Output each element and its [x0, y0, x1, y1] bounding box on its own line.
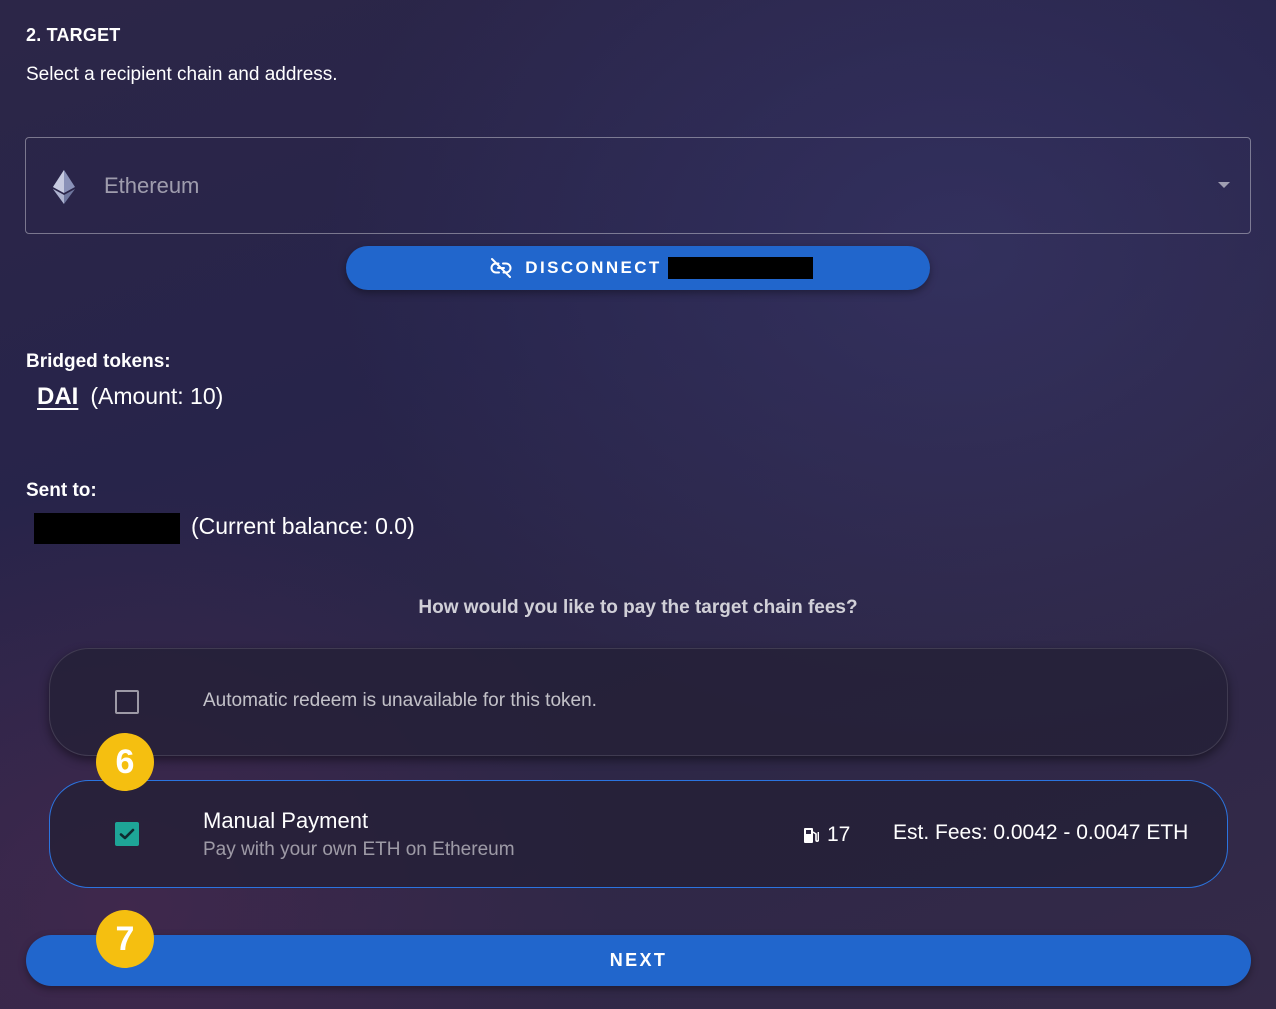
- automatic-redeem-option: Automatic redeem is unavailable for this…: [49, 648, 1228, 756]
- chain-select[interactable]: Ethereum: [25, 137, 1251, 234]
- bridged-token-row: DAI (Amount: 10): [37, 383, 223, 411]
- step-badge-6: 6: [96, 733, 154, 791]
- section-title: 2. TARGET: [26, 25, 121, 45]
- token-symbol-link[interactable]: DAI: [37, 383, 78, 411]
- gas-pump-icon: [804, 827, 819, 843]
- chain-select-value: Ethereum: [104, 173, 200, 198]
- redacted-recipient-address: [34, 513, 180, 544]
- current-balance: (Current balance: 0.0): [191, 513, 415, 539]
- gas-price-value: 17: [827, 823, 851, 846]
- disconnect-button[interactable]: DISCONNECT: [346, 246, 930, 290]
- manual-payment-title: Manual Payment: [203, 808, 369, 833]
- next-label: NEXT: [609, 950, 668, 970]
- disconnect-label: DISCONNECT: [525, 258, 662, 277]
- automatic-redeem-text: Automatic redeem is unavailable for this…: [203, 690, 597, 711]
- gas-price: 17: [803, 823, 850, 847]
- manual-payment-subtitle: Pay with your own ETH on Ethereum: [203, 839, 515, 860]
- check-icon: [119, 828, 135, 840]
- estimated-fees: Est. Fees: 0.0042 - 0.0047 ETH: [893, 821, 1189, 844]
- manual-payment-option[interactable]: Manual Payment Pay with your own ETH on …: [49, 780, 1228, 888]
- automatic-redeem-checkbox[interactable]: [115, 690, 139, 714]
- ethereum-icon: [53, 170, 75, 204]
- sent-to-label: Sent to:: [26, 480, 97, 501]
- step-badge-7: 7: [96, 910, 154, 968]
- next-button[interactable]: NEXT: [26, 935, 1251, 986]
- chevron-down-icon[interactable]: [1218, 182, 1230, 188]
- bridged-tokens-label: Bridged tokens:: [26, 351, 171, 372]
- link-off-icon: [490, 258, 512, 278]
- manual-payment-checkbox[interactable]: [115, 822, 139, 846]
- fee-question: How would you like to pay the target cha…: [418, 597, 858, 618]
- section-subtitle: Select a recipient chain and address.: [26, 64, 338, 85]
- redacted-wallet-address: [667, 257, 813, 279]
- token-amount: (Amount: 10): [90, 383, 224, 409]
